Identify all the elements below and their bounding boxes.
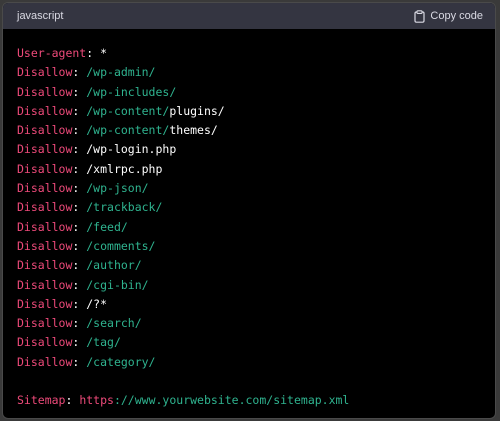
code-line: Disallow: /trackback/ (17, 198, 495, 217)
copy-code-button[interactable]: Copy code (414, 9, 483, 23)
code-token: : (72, 84, 87, 99)
code-token: : (72, 258, 87, 273)
code-token: Disallow (17, 142, 73, 157)
code-token: /cgi-bin/ (86, 277, 149, 292)
code-token: /?* (86, 296, 108, 311)
code-token: : (72, 296, 87, 311)
code-token: : (72, 219, 87, 234)
code-token: Disallow (17, 200, 73, 215)
code-token: : (72, 316, 87, 331)
code-token: https (79, 393, 114, 408)
code-line: Disallow: /tag/ (17, 333, 495, 352)
code-token: Disallow (17, 258, 73, 273)
copy-code-label: Copy code (430, 10, 483, 22)
code-token: /comments/ (86, 238, 156, 253)
code-line: Disallow: /xmlrpc.php (17, 160, 495, 179)
code-token: : (72, 238, 87, 253)
language-label: javascript (17, 10, 64, 22)
code-token: Disallow (17, 296, 73, 311)
code-token: /search/ (86, 316, 142, 331)
code-token: Disallow (17, 238, 73, 253)
code-token: : (72, 103, 87, 118)
code-token: /wp-json/ (86, 181, 149, 196)
code-token: : (65, 393, 80, 408)
code-token: /wp-content/ (86, 103, 170, 118)
code-line: Sitemap: https://www.yourwebsite.com/sit… (17, 391, 495, 410)
code-line: Disallow: /author/ (17, 256, 495, 275)
code-token: /tag/ (86, 335, 121, 350)
code-token: ://www.yourwebsite.com/sitemap.xml (113, 393, 350, 408)
code-token: Disallow (17, 219, 73, 234)
code-token: /category/ (86, 354, 156, 369)
code-line: Disallow: /wp-login.php (17, 140, 495, 159)
code-token: : (72, 277, 87, 292)
code-line: User-agent: * (17, 44, 495, 63)
code-token: Disallow (17, 335, 73, 350)
code-token: Sitemap (17, 393, 66, 408)
code-token: themes/ (169, 123, 218, 138)
code-token: : (72, 335, 87, 350)
code-token: : (72, 65, 87, 80)
code-line: Disallow: /search/ (17, 314, 495, 333)
code-token: Disallow (17, 181, 73, 196)
code-line: Disallow: /wp-includes/ (17, 83, 495, 102)
code-line: Disallow: /wp-content/themes/ (17, 121, 495, 140)
code-line: Disallow: /feed/ (17, 218, 495, 237)
code-token: User-agent (17, 46, 87, 60)
code-token: : (86, 46, 101, 60)
code-content[interactable]: User-agent: * Disallow: /wp-admin/Disallo… (3, 29, 495, 411)
clipboard-icon (414, 9, 426, 23)
code-token: Disallow (17, 84, 73, 99)
code-token: Disallow (17, 161, 73, 176)
code-line: Disallow: /comments/ (17, 237, 495, 256)
code-line: Disallow: /?* (17, 295, 495, 314)
code-token: : (72, 123, 87, 138)
code-block: javascript Copy code User-agent: * Disall… (2, 2, 496, 419)
code-line: Disallow: /wp-content/plugins/ (17, 102, 495, 121)
code-token: /wp-admin/ (86, 65, 156, 80)
code-line: Disallow: /wp-admin/ (17, 63, 495, 82)
code-token: Disallow (17, 277, 73, 292)
code-token: /trackback/ (86, 200, 163, 215)
code-line: Disallow: /wp-json/ (17, 179, 495, 198)
code-token: plugins/ (169, 103, 225, 118)
code-token: : (72, 200, 87, 215)
code-token: /wp-content/ (86, 123, 170, 138)
code-token: * (100, 46, 108, 60)
code-token: Disallow (17, 65, 73, 80)
code-token: Disallow (17, 354, 73, 369)
code-token: /author/ (86, 258, 142, 273)
code-token: Disallow (17, 103, 73, 118)
code-token: : (72, 181, 87, 196)
code-line: Disallow: /category/ (17, 353, 495, 372)
code-token: /xmlrpc.php (86, 161, 163, 176)
code-token: Disallow (17, 316, 73, 331)
code-token: /wp-login.php (86, 142, 177, 157)
code-token: /wp-includes/ (86, 84, 177, 99)
code-line: Disallow: /cgi-bin/ (17, 276, 495, 295)
code-token: : (72, 161, 87, 176)
code-token: : (72, 142, 87, 157)
code-token: /feed/ (86, 219, 128, 234)
code-token: Disallow (17, 123, 73, 138)
code-token: : (72, 354, 87, 369)
code-header: javascript Copy code (3, 3, 495, 29)
